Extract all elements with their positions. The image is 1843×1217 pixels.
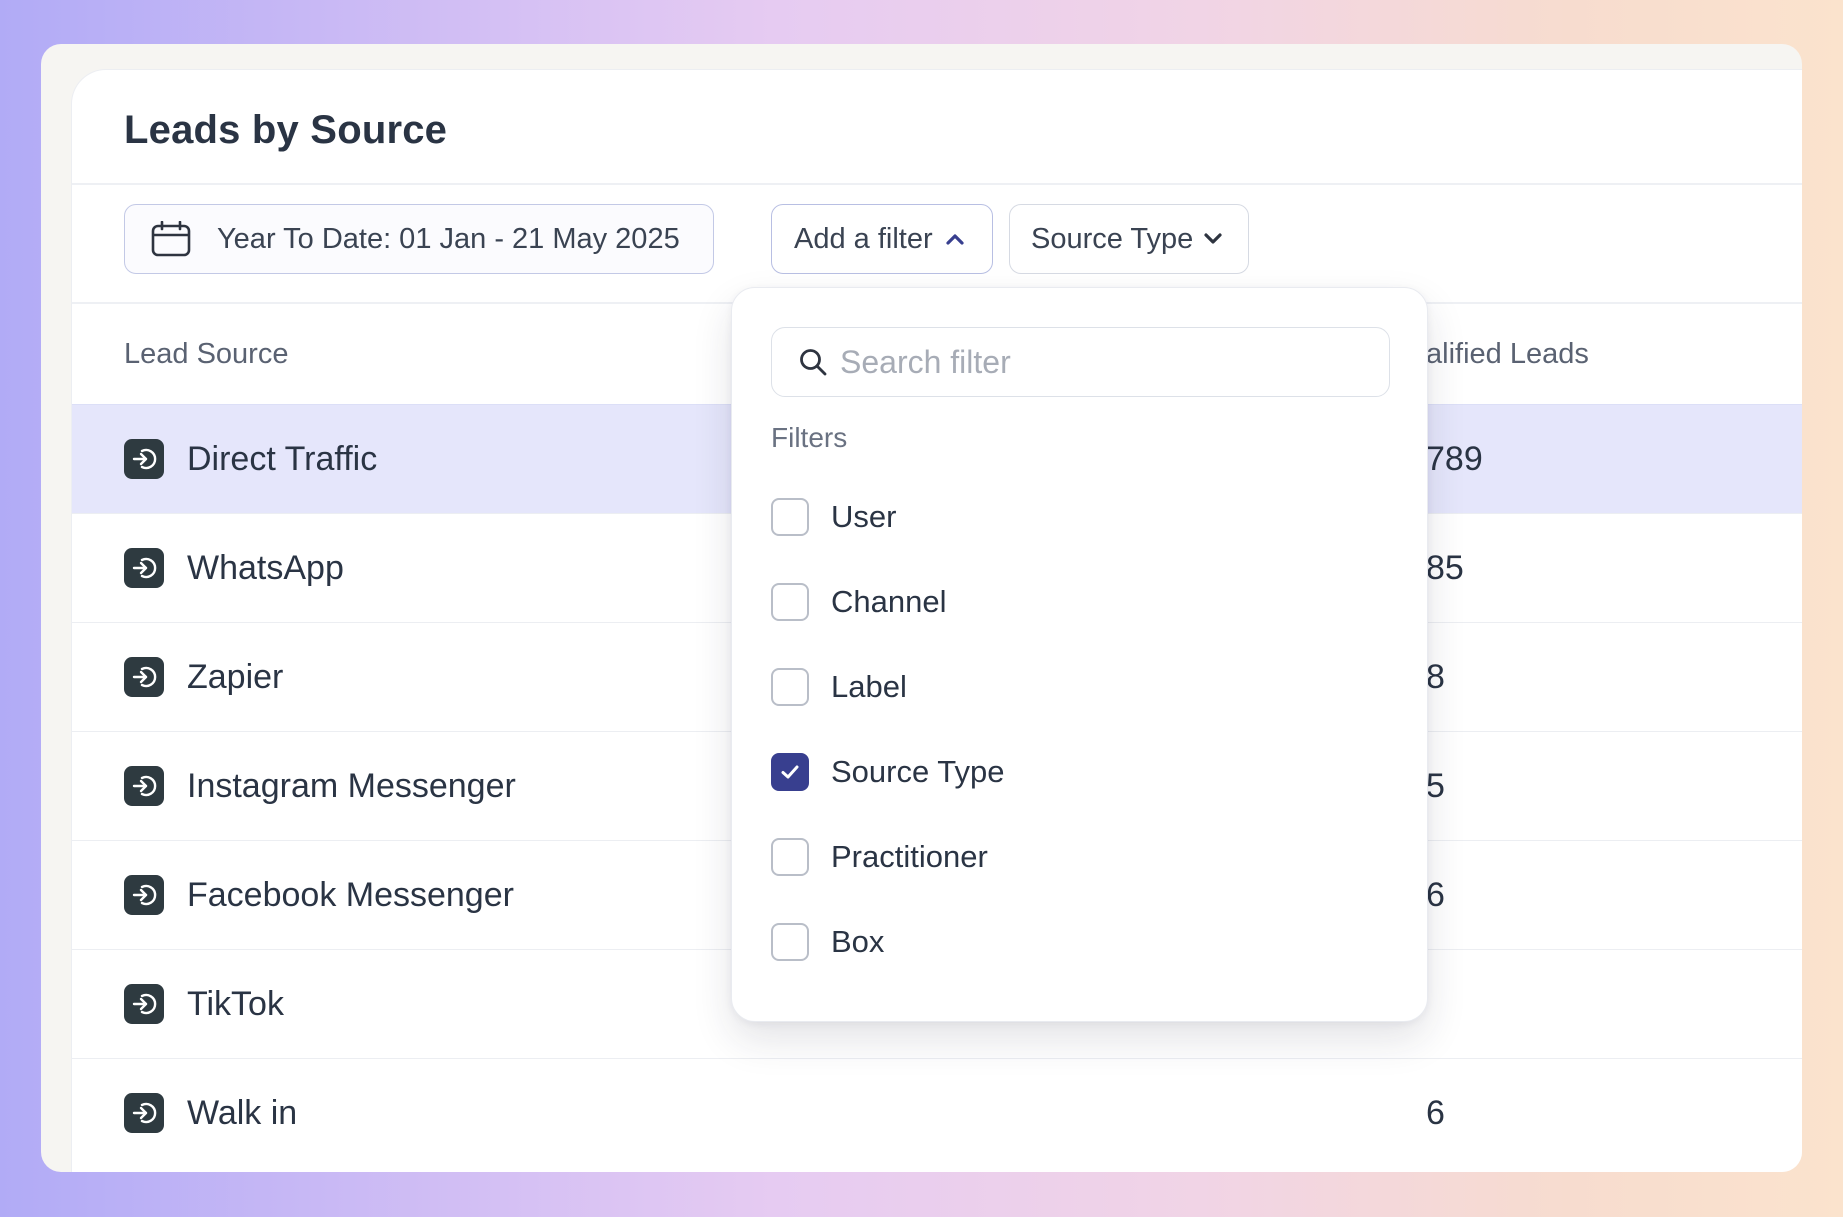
filter-option-source-type[interactable]: Source Type (771, 752, 1004, 792)
filter-option-practitioner[interactable]: Practitioner (771, 837, 988, 877)
login-arrow-icon (124, 875, 164, 915)
login-arrow-icon (124, 657, 164, 697)
lead-source-name: Direct Traffic (187, 439, 378, 478)
filter-option-label[interactable]: Label (771, 667, 907, 707)
checkbox[interactable] (771, 498, 809, 536)
source-type-filter-button[interactable]: Source Type (1009, 204, 1249, 274)
search-icon (798, 347, 828, 377)
filter-option-label: Label (831, 669, 907, 704)
lead-source-name: Facebook Messenger (187, 875, 514, 914)
filters-section-label: Filters (771, 422, 848, 453)
checkbox-checked[interactable] (771, 753, 809, 791)
page-title: Leads by Source (124, 108, 448, 152)
qualified-leads-value: 6 (1426, 1093, 1445, 1132)
date-range-label: Year To Date: 01 Jan - 21 May 2025 (217, 222, 680, 255)
lead-source-name: WhatsApp (187, 548, 344, 587)
lead-source-name: Zapier (187, 657, 284, 696)
login-arrow-icon (124, 766, 164, 806)
filter-option-label: Practitioner (831, 839, 988, 874)
lead-source-name: Instagram Messenger (187, 766, 516, 805)
qualified-leads-value: 85 (1426, 548, 1464, 587)
checkbox[interactable] (771, 583, 809, 621)
filter-option-box[interactable]: Box (771, 922, 884, 962)
checkbox[interactable] (771, 838, 809, 876)
qualified-leads-value: 789 (1426, 439, 1483, 478)
login-arrow-icon (124, 548, 164, 588)
filter-option-label: Source Type (831, 754, 1005, 789)
qualified-leads-value: 8 (1426, 657, 1445, 696)
divider (72, 183, 1802, 185)
source-type-label: Source Type (1031, 222, 1194, 255)
chevron-down-icon (1203, 232, 1223, 246)
search-filter-field[interactable] (771, 327, 1390, 397)
lead-source-name: TikTok (187, 984, 284, 1023)
date-range-picker[interactable]: Year To Date: 01 Jan - 21 May 2025 (124, 204, 714, 274)
calendar-icon (151, 221, 191, 257)
filter-option-label: User (831, 499, 897, 534)
login-arrow-icon (124, 1093, 164, 1133)
qualified-leads-value: 5 (1426, 766, 1445, 805)
checkbox[interactable] (771, 668, 809, 706)
chevron-up-icon (945, 232, 965, 246)
filter-option-user[interactable]: User (771, 497, 896, 537)
login-arrow-icon (124, 984, 164, 1024)
filter-option-label: Box (831, 924, 885, 959)
filter-option-label: Channel (831, 584, 947, 619)
add-filter-button[interactable]: Add a filter (771, 204, 993, 274)
checkbox[interactable] (771, 923, 809, 961)
add-filter-dropdown: Filters User Channel Label Source Type P… (731, 287, 1428, 1022)
table-row[interactable]: Walk in 6 (72, 1058, 1802, 1167)
search-filter-input[interactable] (838, 342, 1362, 382)
lead-source-name: Walk in (187, 1093, 298, 1132)
login-arrow-icon (124, 439, 164, 479)
column-header-lead-source[interactable]: Lead Source (124, 338, 288, 371)
column-header-qualified-leads[interactable]: alified Leads (1426, 338, 1589, 371)
add-filter-label: Add a filter (794, 222, 933, 255)
check-icon (781, 765, 799, 779)
filter-option-channel[interactable]: Channel (771, 582, 946, 622)
qualified-leads-value: 6 (1426, 875, 1445, 914)
